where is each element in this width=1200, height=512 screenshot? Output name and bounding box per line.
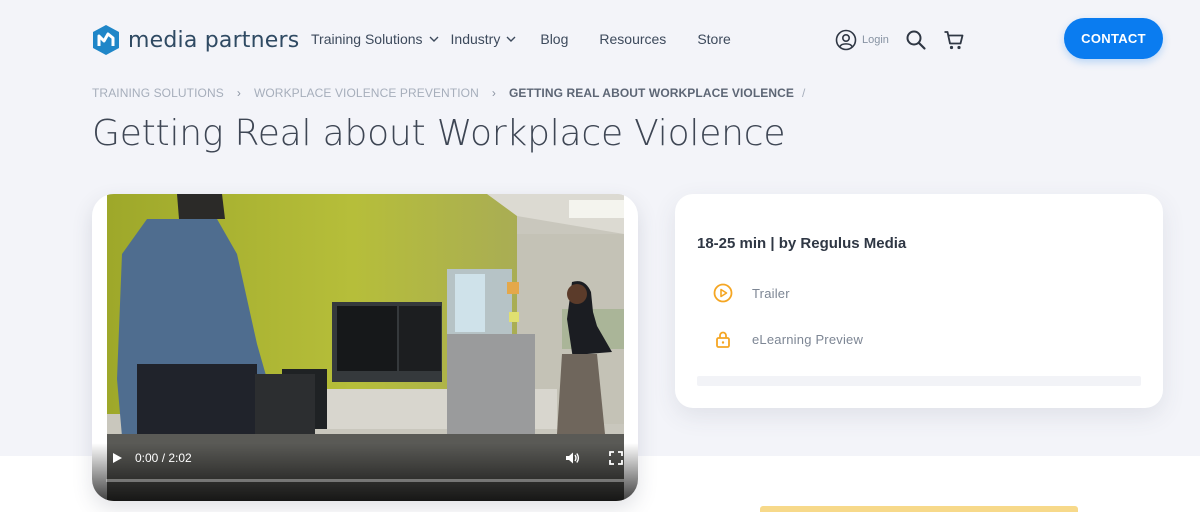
breadcrumb-training-solutions[interactable]: TRAINING SOLUTIONS: [92, 86, 224, 100]
logo-text: media partners: [128, 27, 300, 53]
nav-training-solutions[interactable]: Training Solutions: [311, 31, 439, 47]
play-icon[interactable]: [110, 451, 124, 465]
video-progress-bar[interactable]: [106, 479, 624, 482]
trailer-label: Trailer: [752, 285, 790, 301]
breadcrumb-current: GETTING REAL ABOUT WORKPLACE VIOLENCE: [509, 86, 795, 100]
breadcrumb-workplace-violence-prevention[interactable]: WORKPLACE VIOLENCE PREVENTION: [254, 86, 479, 100]
cta-accent-bar: [760, 506, 1078, 512]
elearning-preview-link[interactable]: eLearning Preview: [713, 329, 863, 349]
volume-icon[interactable]: [564, 450, 580, 466]
chevron-right-icon: ›: [236, 86, 241, 100]
search-icon[interactable]: [905, 29, 927, 51]
lock-icon: [716, 331, 730, 348]
trailer-link[interactable]: Trailer: [713, 283, 790, 303]
main-nav: Training Solutions Industry Blog Resourc…: [311, 31, 762, 47]
cart-icon[interactable]: [943, 29, 965, 51]
nav-blog[interactable]: Blog: [540, 31, 568, 47]
page-title: Getting Real about Workplace Violence: [92, 113, 786, 154]
video-player[interactable]: 0:00 / 2:02: [92, 194, 638, 501]
course-meta: 18-25 min | by Regulus Media: [697, 235, 907, 252]
chevron-right-icon: ›: [491, 86, 496, 100]
breadcrumb-trailing-slash: /: [802, 86, 806, 100]
breadcrumb: TRAINING SOLUTIONS › WORKPLACE VIOLENCE …: [92, 86, 805, 100]
logo-mark-icon: [93, 25, 119, 55]
contact-button[interactable]: CONTACT: [1064, 18, 1163, 59]
video-time: 0:00 / 2:02: [135, 451, 192, 465]
nav-store[interactable]: Store: [697, 31, 730, 47]
fullscreen-icon[interactable]: [609, 451, 623, 465]
card-footer-bar: [697, 376, 1141, 386]
nav-industry[interactable]: Industry: [451, 31, 517, 47]
play-circle-icon: [713, 283, 733, 303]
chevron-down-icon: [429, 36, 439, 42]
course-info-card: 18-25 min | by Regulus Media Trailer eLe…: [675, 194, 1163, 408]
elearning-preview-label: eLearning Preview: [752, 331, 864, 347]
nav-resources[interactable]: Resources: [599, 31, 666, 47]
user-circle-icon: [835, 29, 857, 51]
login-label: Login: [862, 34, 889, 46]
site-logo[interactable]: media partners: [92, 24, 299, 56]
chevron-down-icon: [506, 36, 516, 42]
header-utilities: Login: [835, 29, 981, 51]
login-link[interactable]: Login: [835, 29, 889, 51]
